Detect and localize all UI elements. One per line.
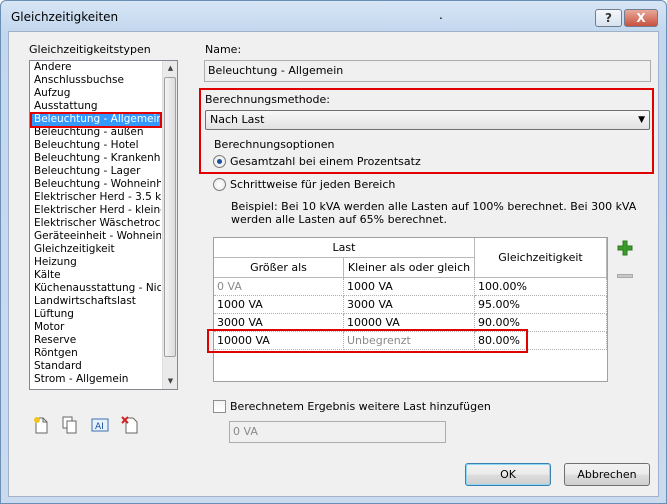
types-label: Gleichzeitigkeitstypen xyxy=(29,43,151,56)
type-list-item[interactable]: Elektrischer Herd - 3.5 kW xyxy=(30,191,161,204)
type-list-item[interactable]: Elektrischer Wäschetrockn xyxy=(30,217,161,230)
help-button[interactable]: ? xyxy=(595,9,622,27)
name-field[interactable]: Beleuchtung - Allgemein xyxy=(204,60,651,82)
type-list-item[interactable]: Landwirtschaftslast xyxy=(30,295,161,308)
extra-load-checkbox[interactable] xyxy=(213,400,226,413)
dialog-title: Gleichzeitigkeiten xyxy=(11,10,119,24)
header-smaller: Kleiner als oder gleich xyxy=(344,258,475,278)
type-list-item[interactable]: Küchenausstattung - Nicht- xyxy=(30,282,161,295)
header-greater: Größer als xyxy=(214,258,344,278)
method-label: Berechnungsmethode: xyxy=(205,93,330,106)
title-bar: Gleichzeitigkeiten . ? X xyxy=(1,1,666,31)
cell-factor[interactable]: 100.00% xyxy=(475,278,607,296)
dialog-body: Gleichzeitigkeitstypen Andere Anschlussbu… xyxy=(8,31,659,497)
dialog-window: Gleichzeitigkeiten . ? X Gleichzeitigkei… xyxy=(0,0,667,504)
delete-icon[interactable] xyxy=(121,416,139,434)
type-list-item[interactable]: Beleuchtung - Lager xyxy=(30,165,161,178)
cell-smaller[interactable]: 3000 VA xyxy=(344,296,475,314)
option-stepwise-radio[interactable] xyxy=(213,178,226,191)
type-list-item[interactable]: Standard xyxy=(30,360,161,373)
add-row-icon[interactable] xyxy=(617,240,633,256)
example-text-line2: werden alle Lasten auf 65% berechnet. xyxy=(231,213,447,226)
rename-icon[interactable]: AI xyxy=(91,416,109,434)
type-list-item[interactable]: Lüftung xyxy=(30,308,161,321)
title-extra: . xyxy=(439,8,443,22)
method-dropdown[interactable]: Nach Last ▼ xyxy=(205,110,650,130)
cancel-button[interactable]: Abbrechen xyxy=(564,463,650,486)
type-list-item[interactable]: Strom - Allgemein xyxy=(30,373,161,386)
options-label: Berechnungsoptionen xyxy=(214,138,335,151)
type-list-item[interactable]: Reserve xyxy=(30,334,161,347)
type-list-item[interactable]: Beleuchtung - Krankenhau xyxy=(30,152,161,165)
duplicate-icon[interactable] xyxy=(61,416,79,434)
header-last: Last xyxy=(214,238,475,258)
type-list-item[interactable]: Beleuchtung - Hotel xyxy=(30,139,161,152)
header-factor: Gleichzeitigkeit xyxy=(475,238,607,278)
type-list-item[interactable]: Andere xyxy=(30,61,161,74)
option-total-percent-label: Gesamtzahl bei einem Prozentsatz xyxy=(230,155,421,168)
chevron-down-icon: ▼ xyxy=(638,115,645,125)
method-value: Nach Last xyxy=(210,113,265,126)
type-list-item[interactable]: Anschlussbuchse xyxy=(30,74,161,87)
cell-factor[interactable]: 95.00% xyxy=(475,296,607,314)
type-list-item[interactable]: Motor xyxy=(30,321,161,334)
type-list-item[interactable]: Heizung xyxy=(30,256,161,269)
close-button[interactable]: X xyxy=(624,9,658,27)
types-scrollbar[interactable]: ▲ ▼ xyxy=(162,61,177,389)
factor-table: Last Größer als Kleiner als oder gleich … xyxy=(213,237,608,382)
ok-button[interactable]: OK xyxy=(465,463,551,486)
scroll-up-icon[interactable]: ▲ xyxy=(163,61,177,76)
type-list-item[interactable]: Beleuchtung - Wohneinheit xyxy=(30,178,161,191)
type-list-item[interactable]: Röntgen xyxy=(30,347,161,360)
svg-text:AI: AI xyxy=(95,422,104,432)
cell-smaller[interactable]: 1000 VA xyxy=(344,278,475,296)
extra-load-label: Berechnetem Ergebnis weitere Last hinzuf… xyxy=(230,400,491,413)
cell-greater[interactable]: 1000 VA xyxy=(214,296,344,314)
type-list-item[interactable]: Kälte xyxy=(30,269,161,282)
type-list-item[interactable]: Elektrischer Herd - kleiner a xyxy=(30,204,161,217)
types-listbox[interactable]: Andere Anschlussbuchse Aufzug Ausstattung Be… xyxy=(29,60,178,390)
remove-row-icon[interactable] xyxy=(617,274,633,278)
scroll-down-icon[interactable]: ▼ xyxy=(163,374,177,389)
new-type-icon[interactable] xyxy=(32,416,50,434)
cell-greater[interactable]: 0 VA xyxy=(214,278,344,296)
extra-load-field[interactable]: 0 VA xyxy=(229,421,446,443)
type-list-item[interactable]: Aufzug xyxy=(30,87,161,100)
option-total-percent-radio[interactable] xyxy=(213,155,226,168)
types-list: Andere Anschlussbuchse Aufzug Ausstattung Be… xyxy=(30,61,177,386)
last-row-highlight xyxy=(207,329,528,353)
option-stepwise-label: Schrittweise für jeden Bereich xyxy=(230,178,396,191)
type-list-item[interactable]: Geräteeinheit - Wohneinhe xyxy=(30,230,161,243)
example-text-line1: Beispiel: Bei 10 kVA werden alle Lasten … xyxy=(231,200,637,213)
name-label: Name: xyxy=(205,43,242,56)
scroll-thumb[interactable] xyxy=(164,77,176,357)
type-list-item[interactable]: Gleichzeitigkeit xyxy=(30,243,161,256)
selected-type-highlight xyxy=(30,112,162,128)
